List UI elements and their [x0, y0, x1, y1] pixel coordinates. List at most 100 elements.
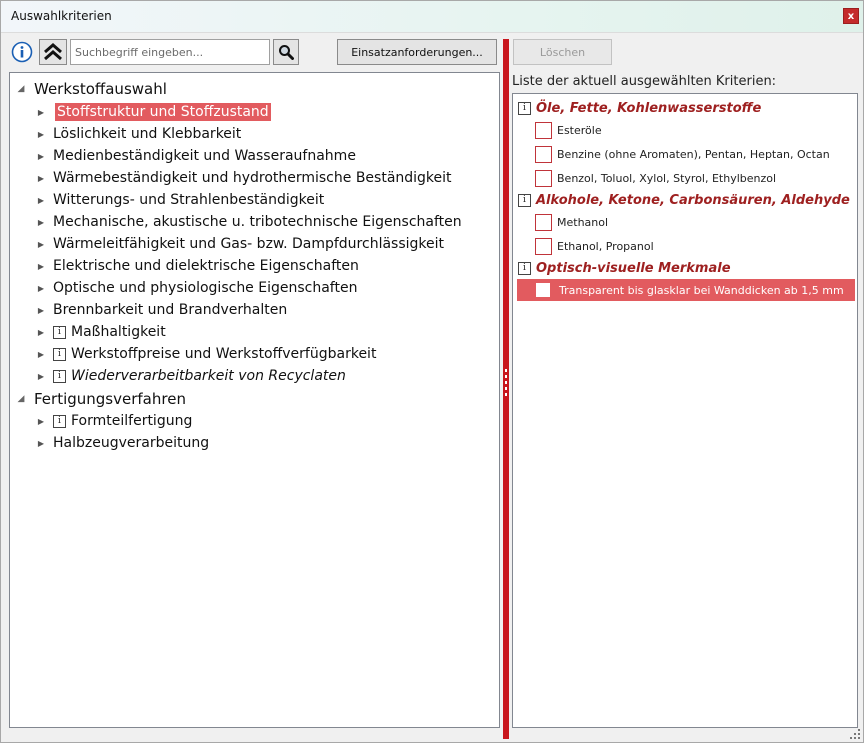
tree-node-label: Witterungs- und Strahlenbeständigkeit: [53, 192, 325, 208]
tree-node-label: Mechanische, akustische u. tribotechnisc…: [53, 214, 462, 230]
expand-arrow-icon[interactable]: ▶: [36, 130, 46, 139]
tree-node[interactable]: ▶ i Formteilfertigung: [36, 410, 192, 432]
tree-node-label: Maßhaltigkeit: [71, 324, 166, 340]
criteria-item-label: Ethanol, Propanol: [557, 239, 654, 253]
tree-node-fertigungsverfahren[interactable]: ◢ Fertigungsverfahren: [16, 388, 186, 410]
expand-arrow-icon[interactable]: ▶: [36, 306, 46, 315]
info-box-icon[interactable]: i: [518, 193, 531, 207]
splitter-grip: [505, 369, 507, 372]
expand-arrow-icon[interactable]: ▶: [36, 196, 46, 205]
magnifier-icon: [279, 45, 294, 60]
checkbox-icon[interactable]: [535, 213, 552, 231]
expand-arrow-icon[interactable]: ▶: [36, 328, 46, 337]
tree-node[interactable]: ▶ i Maßhaltigkeit: [36, 321, 166, 343]
criteria-item[interactable]: Benzine (ohne Aromaten), Pentan, Heptan,…: [535, 143, 830, 165]
panel-splitter[interactable]: [503, 39, 509, 739]
tree-node-label: Elektrische und dielektrische Eigenschaf…: [53, 258, 359, 274]
info-box-icon[interactable]: i: [53, 347, 66, 361]
criteria-item-selected[interactable]: Transparent bis glasklar bei Wanddicken …: [517, 279, 855, 301]
expand-arrow-icon[interactable]: ▶: [36, 417, 46, 426]
tree-node[interactable]: ▶ Brennbarkeit und Brandverhalten: [36, 299, 287, 321]
loeschen-button[interactable]: Löschen: [513, 39, 612, 65]
tree-node[interactable]: ▶ Wärmebeständigkeit und hydrothermische…: [36, 167, 452, 189]
criteria-item[interactable]: Esteröle: [535, 119, 602, 141]
criteria-item-label: Benzine (ohne Aromaten), Pentan, Heptan,…: [557, 147, 830, 161]
criteria-item-label: Benzol, Toluol, Xylol, Styrol, Ethylbenz…: [557, 171, 777, 185]
splitter-grip: [505, 387, 507, 390]
info-box-icon[interactable]: i: [518, 101, 531, 115]
criteria-group: i Optisch-visuelle Merkmale: [518, 258, 731, 278]
tree-node-label: Medienbeständigkeit und Wasseraufnahme: [53, 148, 356, 164]
tree-node[interactable]: ▶ Optische und physiologische Eigenschaf…: [36, 277, 358, 299]
info-icon: [11, 41, 33, 63]
collapse-arrow-icon[interactable]: ◢: [16, 394, 26, 404]
collapse-arrow-icon[interactable]: ◢: [16, 84, 26, 94]
tree-node[interactable]: ▶ Medienbeständigkeit und Wasseraufnahme: [36, 145, 356, 167]
criteria-group-label: Alkohole, Ketone, Carbonsäuren, Aldehyde: [536, 192, 850, 208]
criteria-group-label: Optisch-visuelle Merkmale: [536, 260, 731, 276]
checkbox-icon[interactable]: [535, 237, 552, 255]
tree-node-label: Halbzeugverarbeitung: [53, 435, 210, 451]
tree-node-label: Formteilfertigung: [71, 413, 193, 429]
collapse-all-button[interactable]: [39, 39, 67, 65]
criteria-group-label: Öle, Fette, Kohlenwasserstoffe: [536, 100, 762, 116]
title-bar: Auswahlkriterien x: [1, 1, 863, 33]
criteria-group: i Alkohole, Ketone, Carbonsäuren, Aldehy…: [518, 190, 850, 210]
criteria-tree: ◢ Werkstoffauswahl ▶ Stoffstruktur und S…: [9, 72, 500, 728]
tree-node-label: Optische und physiologische Eigenschafte…: [53, 280, 358, 296]
tree-node[interactable]: ▶ Halbzeugverarbeitung: [36, 432, 209, 454]
search-input[interactable]: [70, 39, 270, 65]
tree-node-label: Werkstoffauswahl: [34, 80, 167, 98]
criteria-item-label: Transparent bis glasklar bei Wanddicken …: [559, 283, 844, 297]
expand-arrow-icon[interactable]: ▶: [36, 284, 46, 293]
criteria-item[interactable]: Methanol: [535, 211, 608, 233]
tree-node-label: Wärmeleitfähigkeit und Gas- bzw. Dampfdu…: [53, 236, 445, 252]
expand-arrow-icon[interactable]: ▶: [36, 350, 46, 359]
info-box-icon[interactable]: i: [53, 369, 66, 383]
info-box-icon[interactable]: i: [518, 261, 531, 275]
expand-arrow-icon[interactable]: ▶: [36, 262, 46, 271]
tree-node[interactable]: ▶ Witterungs- und Strahlenbeständigkeit: [36, 189, 324, 211]
criteria-item-label: Esteröle: [557, 123, 602, 137]
checkbox-icon[interactable]: [536, 283, 550, 297]
tree-node[interactable]: ▶ Elektrische und dielektrische Eigensch…: [36, 255, 359, 277]
tree-node-label: Wärmebeständigkeit und hydrothermische B…: [53, 170, 452, 186]
expand-arrow-icon[interactable]: ▶: [36, 240, 46, 249]
criteria-item-label: Methanol: [557, 215, 609, 229]
expand-arrow-icon[interactable]: ▶: [36, 174, 46, 183]
tree-node-label: Stoffstruktur und Stoffzustand: [55, 103, 271, 121]
tree-node[interactable]: ▶ Wärmeleitfähigkeit und Gas- bzw. Dampf…: [36, 233, 444, 255]
criteria-group: i Öle, Fette, Kohlenwasserstoffe: [518, 98, 761, 118]
tree-node[interactable]: ▶ i Werkstoffpreise und Werkstoffverfügb…: [36, 343, 377, 365]
tree-node-label: Fertigungsverfahren: [34, 390, 186, 408]
tree-node[interactable]: ▶ Löslichkeit und Klebbarkeit: [36, 123, 241, 145]
double-chevron-up-icon: [44, 43, 62, 61]
tree-node[interactable]: ▶ Mechanische, akustische u. tribotechni…: [36, 211, 462, 233]
resize-grip-icon[interactable]: [850, 729, 860, 739]
info-box-icon[interactable]: i: [53, 325, 66, 339]
selected-criteria-list: i Öle, Fette, Kohlenwasserstoffe Esteröl…: [512, 93, 858, 728]
search-button[interactable]: [273, 39, 299, 65]
expand-arrow-icon[interactable]: ▶: [36, 108, 46, 117]
info-button[interactable]: [11, 41, 33, 63]
tree-node[interactable]: ▶ Stoffstruktur und Stoffzustand: [36, 101, 271, 123]
tree-node-label: Brennbarkeit und Brandverhalten: [53, 302, 288, 318]
tree-node[interactable]: ▶ i Wiederverarbeitbarkeit von Recyclate…: [36, 365, 346, 387]
splitter-grip: [505, 381, 507, 384]
criteria-item[interactable]: Ethanol, Propanol: [535, 235, 654, 257]
expand-arrow-icon[interactable]: ▶: [36, 372, 46, 381]
close-button[interactable]: x: [843, 8, 859, 24]
checkbox-icon[interactable]: [535, 145, 552, 163]
checkbox-icon[interactable]: [535, 169, 552, 187]
expand-arrow-icon[interactable]: ▶: [36, 439, 46, 448]
info-box-icon[interactable]: i: [53, 414, 66, 428]
criteria-item[interactable]: Benzol, Toluol, Xylol, Styrol, Ethylbenz…: [535, 167, 776, 189]
close-icon: x: [847, 10, 855, 22]
checkbox-icon[interactable]: [535, 121, 552, 139]
selected-criteria-header: Liste der aktuell ausgewählten Kriterien…: [512, 74, 777, 89]
tree-node-werkstoffauswahl[interactable]: ◢ Werkstoffauswahl: [16, 78, 167, 100]
window: Auswahlkriterien x Einsatzanforderungen.…: [0, 0, 864, 743]
expand-arrow-icon[interactable]: ▶: [36, 218, 46, 227]
einsatzanforderungen-button[interactable]: Einsatzanforderungen...: [337, 39, 497, 65]
expand-arrow-icon[interactable]: ▶: [36, 152, 46, 161]
